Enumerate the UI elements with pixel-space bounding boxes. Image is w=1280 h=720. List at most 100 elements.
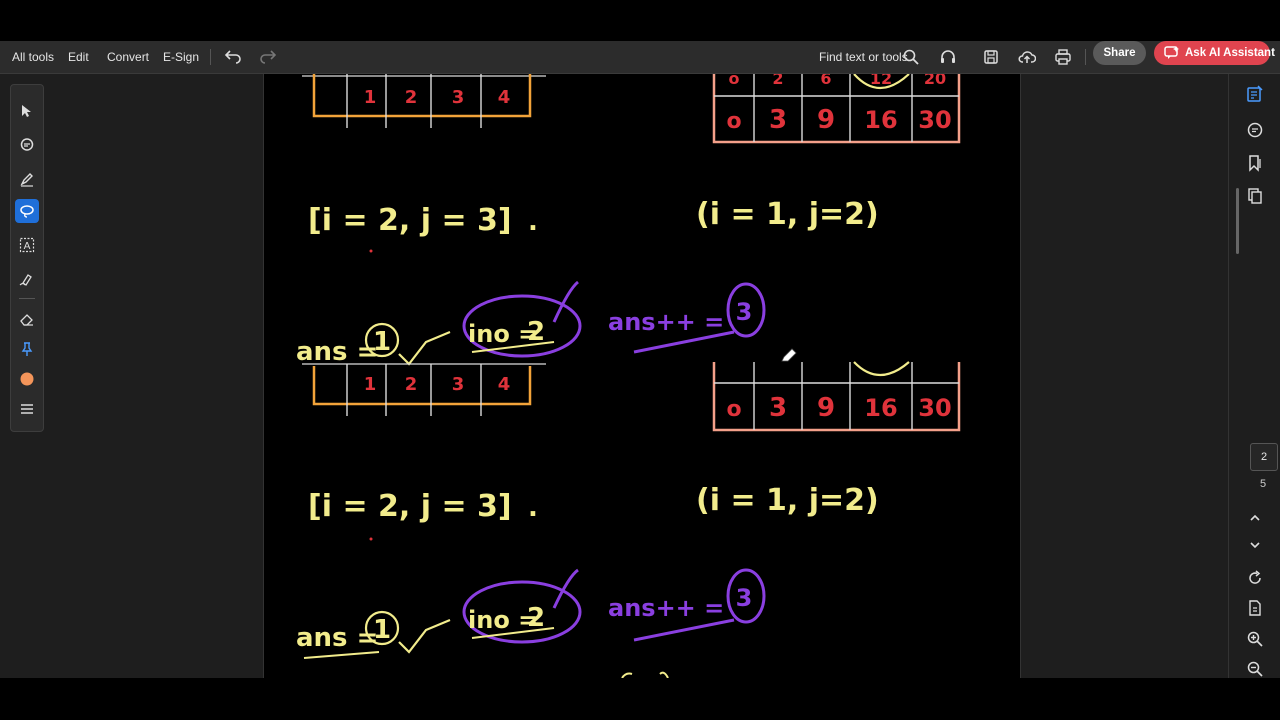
table-2-top-cell: 20	[924, 74, 946, 88]
upload-cloud-icon[interactable]	[1018, 48, 1036, 66]
search-icon[interactable]	[902, 48, 920, 66]
eraser-icon	[20, 314, 33, 326]
table-2-top-cell: 2	[772, 74, 783, 88]
highlight-tool-button[interactable]	[15, 167, 39, 191]
toolbar-divider	[210, 49, 211, 65]
undo-icon[interactable]	[224, 48, 242, 66]
table-1-cell: 1	[364, 87, 377, 108]
pdf-page[interactable]: 1 2 3 4 o 2 6 12 20 o 3 9 16 30 [i = 2, …	[263, 74, 1021, 678]
table-2-bottom-cell: o	[726, 109, 741, 134]
table-2-bottom-cell: 9	[817, 105, 835, 135]
table-2-bottom-cell: 3	[769, 105, 787, 135]
print-icon[interactable]	[1054, 48, 1072, 66]
sign-tool-button[interactable]	[15, 267, 39, 291]
eraser-tool-button[interactable]	[15, 307, 39, 331]
red-ink-dot	[369, 249, 373, 253]
table-1-cell: 3	[452, 374, 465, 395]
share-button[interactable]: Share	[1093, 41, 1146, 65]
table-1-cell: 2	[405, 87, 418, 108]
ans-value: 1	[373, 615, 391, 645]
anspp-underline	[633, 618, 735, 642]
menu-icon	[21, 404, 33, 414]
text-box-icon: A	[19, 237, 35, 253]
highlight-pen-icon	[20, 173, 33, 187]
table-1-cell: 4	[498, 374, 511, 395]
handwritten-notes-canvas: 1 2 3 4 o 2 6 12 20 o 3 9 16 30 [i = 2, …	[296, 74, 961, 678]
color-swatch-icon	[20, 372, 34, 386]
bookmarks-panel-icon[interactable]	[1246, 154, 1264, 172]
current-page-number: 2	[1260, 451, 1268, 463]
document-workspace: A 1 2 3 4 o 2 6 12 20 o 3 9 16 30 [i = 2…	[0, 74, 1280, 678]
more-tools-button[interactable]	[15, 397, 39, 421]
save-icon[interactable]	[982, 48, 1000, 66]
anspp-value: 3	[736, 584, 753, 612]
equation-i2-j3: [i = 2, j = 3]	[308, 489, 512, 524]
find-text-or-tools[interactable]: Find text or tools	[819, 41, 908, 73]
table-2-bottom-cell: 16	[864, 106, 897, 134]
pin-icon	[21, 342, 33, 356]
rotate-icon[interactable]	[1246, 569, 1264, 587]
redo-icon[interactable]	[259, 48, 277, 66]
panel-divider	[19, 298, 35, 299]
zoom-out-icon[interactable]	[1246, 660, 1264, 678]
ans-value: 1	[373, 327, 391, 357]
annotation-tool-panel: A	[10, 84, 44, 432]
comments-panel-icon[interactable]	[1246, 121, 1264, 139]
zoom-in-icon[interactable]	[1246, 630, 1264, 648]
vertical-scrollbar-thumb[interactable]	[1236, 188, 1239, 254]
table-2-top-cell: 6	[820, 74, 831, 88]
esign-menu[interactable]: E-Sign	[163, 41, 199, 73]
table-1-cell: 3	[452, 87, 465, 108]
page-fit-icon[interactable]	[1246, 599, 1264, 617]
pin-tool-button[interactable]	[15, 337, 39, 361]
table-2-bottom-cell: 3	[769, 393, 787, 423]
checkmark-tail	[398, 330, 451, 366]
table-1-cell: 1	[364, 374, 377, 395]
bottom-bar	[0, 678, 1280, 720]
edit-menu[interactable]: Edit	[68, 41, 89, 73]
total-pages: 5	[1259, 478, 1267, 490]
ask-ai-assistant-label: Ask AI Assistant	[1185, 47, 1275, 59]
checkmark-tail	[398, 618, 451, 654]
table-2-bottom-cell: 30	[918, 394, 951, 422]
table-1-cell: 4	[498, 87, 511, 108]
lasso-icon	[20, 205, 34, 218]
top-toolbar: All tools Edit Convert E-Sign Find text …	[0, 41, 1280, 74]
all-tools-menu[interactable]: All tools	[12, 41, 54, 73]
comment-tool-button[interactable]	[15, 133, 39, 157]
table-2-top-cell: 12	[870, 74, 892, 88]
ask-ai-assistant-button[interactable]: Ask AI Assistant	[1154, 41, 1275, 65]
comment-icon	[20, 138, 34, 151]
table-2-bottom-cell: 16	[864, 394, 897, 422]
red-ink-dot	[369, 537, 373, 541]
table-2-bottom-cell: o	[726, 397, 741, 422]
select-icon	[22, 105, 31, 117]
svg-text:A: A	[24, 241, 31, 252]
toolbar-divider	[1085, 49, 1086, 65]
anspp-label: ans++ =	[608, 594, 724, 622]
equation-i1-j2: (i = 1, j=2)	[696, 483, 879, 518]
read-aloud-icon[interactable]	[939, 48, 957, 66]
color-picker-button[interactable]	[15, 367, 39, 391]
equation-i1-j2: (i = 1, j=2)	[696, 197, 879, 232]
text-tool-button[interactable]: A	[15, 233, 39, 257]
current-page-input[interactable]: 2	[1250, 443, 1278, 471]
equation-dot: .	[528, 493, 538, 523]
draw-lasso-tool-button[interactable]	[15, 199, 39, 223]
table-1-cell: 2	[405, 374, 418, 395]
previous-page-icon[interactable]	[1246, 509, 1264, 527]
table-2-top-cell: o	[729, 74, 740, 88]
right-side-rail: 2 5	[1228, 74, 1280, 678]
pages-panel-icon[interactable]	[1246, 187, 1264, 205]
next-page-icon[interactable]	[1246, 536, 1264, 554]
share-button-label: Share	[1103, 47, 1136, 59]
anspp-value: 3	[736, 298, 753, 326]
select-tool-button[interactable]	[15, 99, 39, 123]
edit-text-panel-icon[interactable]	[1246, 85, 1264, 103]
signature-pen-icon	[19, 274, 32, 286]
pen-cursor-icon	[781, 348, 797, 362]
anspp-label: ans++ =	[608, 308, 724, 336]
equation-dot: .	[528, 207, 538, 237]
ai-assistant-icon	[1164, 46, 1179, 59]
convert-menu[interactable]: Convert	[107, 41, 149, 73]
